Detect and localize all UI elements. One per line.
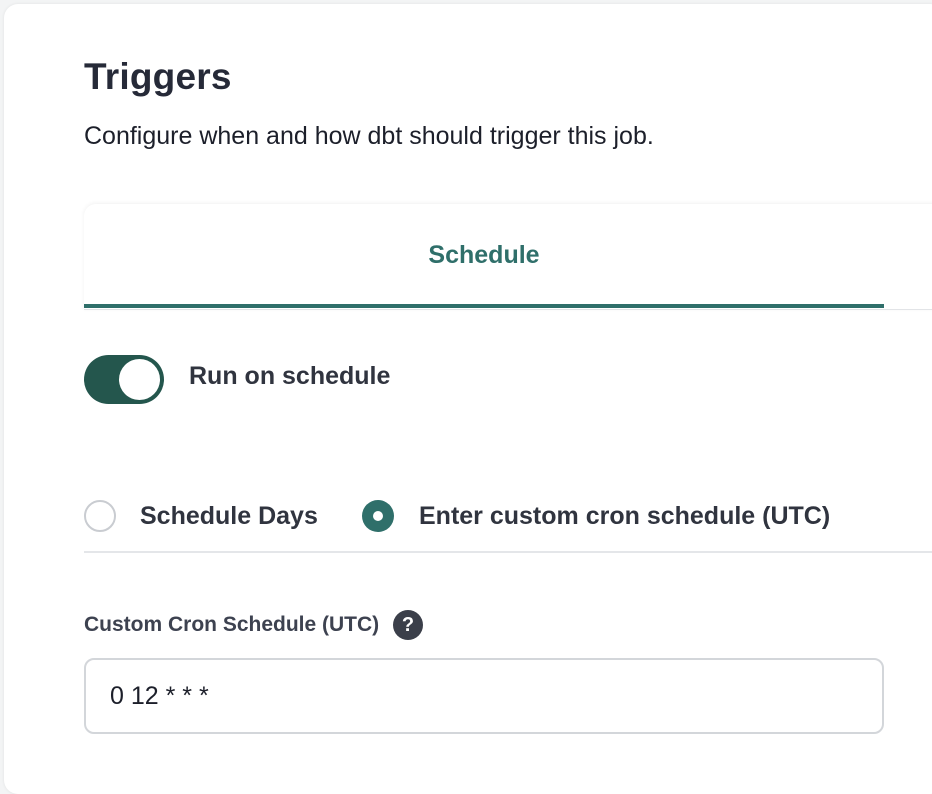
run-on-schedule-label: Run on schedule (189, 362, 391, 390)
tab-bar: Schedule (84, 204, 932, 310)
tab-schedule[interactable]: Schedule (84, 204, 884, 308)
schedule-days-radio[interactable] (84, 500, 116, 532)
page-subtitle: Configure when and how dbt should trigge… (84, 122, 654, 150)
custom-cron-label[interactable]: Enter custom cron schedule (UTC) (419, 502, 830, 531)
cron-schedule-input[interactable] (84, 658, 884, 734)
section-divider (84, 551, 932, 553)
cron-field-label: Custom Cron Schedule (UTC) (84, 613, 380, 636)
radio-selected-dot (373, 511, 383, 521)
question-circle-icon[interactable]: ? (393, 610, 423, 640)
custom-cron-radio[interactable] (362, 500, 394, 532)
toggle-knob (119, 359, 160, 400)
schedule-days-label[interactable]: Schedule Days (140, 502, 318, 531)
run-on-schedule-toggle[interactable] (84, 355, 164, 404)
page-title: Triggers (84, 56, 232, 97)
